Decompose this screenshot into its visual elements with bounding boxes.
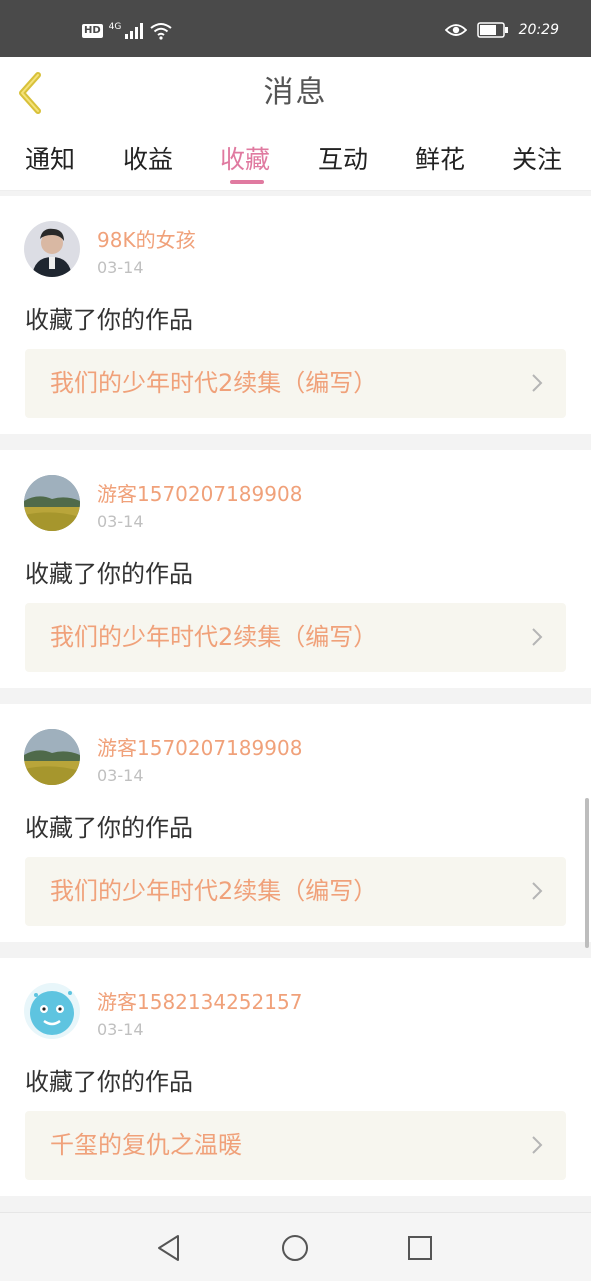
chevron-right-icon xyxy=(532,374,543,392)
system-nav-bar xyxy=(0,1212,591,1281)
chevron-right-icon xyxy=(532,1136,543,1154)
avatar[interactable] xyxy=(24,983,80,1039)
tab-earnings[interactable]: 收益 xyxy=(123,140,173,176)
wifi-icon xyxy=(150,23,172,40)
work-link[interactable]: 我们的少年时代2续集（编写） xyxy=(25,857,566,926)
work-title: 我们的少年时代2续集（编写） xyxy=(50,623,378,651)
landscape-avatar-icon xyxy=(24,475,80,531)
list-item: 游客1582134252157 03-14 收藏了你的作品 千玺的复仇之温暖 xyxy=(0,958,591,1196)
active-tab-indicator xyxy=(230,180,264,184)
cartoon-avatar-icon xyxy=(24,983,80,1039)
timestamp: 03-14 xyxy=(97,1020,144,1039)
username[interactable]: 游客1570207189908 xyxy=(97,478,302,507)
tab-favorites[interactable]: 收藏 xyxy=(220,140,270,176)
home-circle-icon[interactable] xyxy=(280,1233,310,1263)
work-link[interactable]: 千玺的复仇之温暖 xyxy=(25,1111,566,1180)
username[interactable]: 游客1582134252157 xyxy=(97,986,302,1015)
eye-comfort-icon xyxy=(444,24,467,36)
work-title: 我们的少年时代2续集（编写） xyxy=(50,369,378,397)
username[interactable]: 游客1570207189908 xyxy=(97,732,302,761)
action-text: 收藏了你的作品 xyxy=(25,306,193,334)
list-item: 98K的女孩 03-14 收藏了你的作品 我们的少年时代2续集（编写） xyxy=(0,196,591,434)
list-item: 游客1570207189908 03-14 收藏了你的作品 我们的少年时代2续集… xyxy=(0,450,591,688)
page-title: 消息 xyxy=(263,75,328,110)
timestamp: 03-14 xyxy=(97,512,144,531)
person-avatar-icon xyxy=(24,221,80,277)
favorites-list: 98K的女孩 03-14 收藏了你的作品 我们的少年时代2续集（编写） 游客15… xyxy=(0,196,591,1212)
timestamp: 03-14 xyxy=(97,766,144,785)
avatar[interactable] xyxy=(24,729,80,785)
chevron-right-icon xyxy=(532,628,543,646)
status-right: 20:29 xyxy=(444,22,559,38)
avatar[interactable] xyxy=(24,475,80,531)
list-item: 游客1570207189908 03-14 收藏了你的作品 我们的少年时代2续集… xyxy=(0,704,591,942)
app-header: 消息 xyxy=(0,57,591,129)
avatar[interactable] xyxy=(24,221,80,277)
tab-interactions[interactable]: 互动 xyxy=(318,140,368,176)
landscape-avatar-icon xyxy=(24,729,80,785)
status-bar: HD 4G 20:29 xyxy=(0,0,591,57)
username[interactable]: 98K的女孩 xyxy=(97,224,196,253)
timestamp: 03-14 xyxy=(97,258,144,277)
recents-square-icon[interactable] xyxy=(405,1233,435,1263)
action-text: 收藏了你的作品 xyxy=(25,1068,193,1096)
action-text: 收藏了你的作品 xyxy=(25,814,193,842)
hd-badge: HD xyxy=(82,24,103,38)
back-triangle-icon[interactable] xyxy=(154,1233,184,1263)
scrollbar[interactable] xyxy=(585,798,589,948)
work-title: 千玺的复仇之温暖 xyxy=(50,1131,242,1159)
action-text: 收藏了你的作品 xyxy=(25,560,193,588)
work-link[interactable]: 我们的少年时代2续集（编写） xyxy=(25,349,566,418)
tab-notifications[interactable]: 通知 xyxy=(25,140,75,176)
tab-follows[interactable]: 关注 xyxy=(512,140,562,176)
status-left: HD 4G xyxy=(82,22,172,40)
network-type: 4G xyxy=(108,22,122,32)
tab-bar: 通知 收益 收藏 互动 鲜花 关注 xyxy=(0,128,591,191)
work-title: 我们的少年时代2续集（编写） xyxy=(50,877,378,905)
clock: 20:29 xyxy=(518,22,559,38)
work-link[interactable]: 我们的少年时代2续集（编写） xyxy=(25,603,566,672)
battery-icon xyxy=(476,22,508,38)
signal-icon xyxy=(125,23,144,39)
tab-flowers[interactable]: 鲜花 xyxy=(415,140,465,176)
chevron-right-icon xyxy=(532,882,543,900)
